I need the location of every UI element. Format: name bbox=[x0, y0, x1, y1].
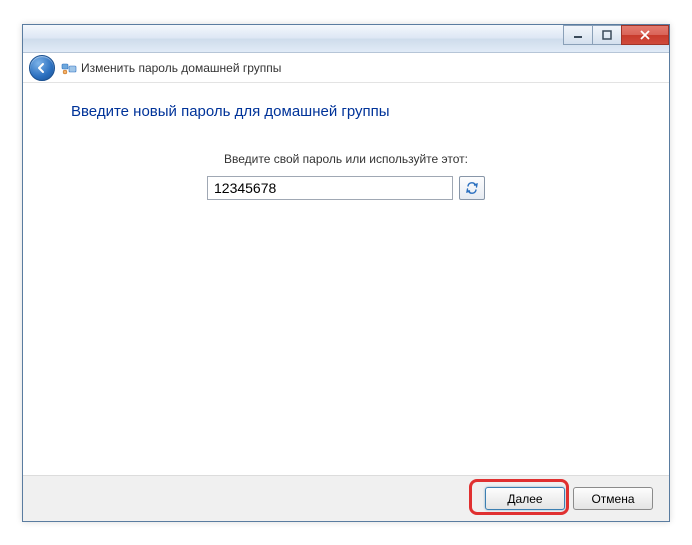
minimize-button[interactable] bbox=[563, 25, 593, 45]
page-heading: Введите новый пароль для домашней группы bbox=[71, 103, 621, 120]
wizard-window: Изменить пароль домашней группы Введите … bbox=[22, 24, 670, 522]
window-controls bbox=[564, 25, 669, 45]
maximize-button[interactable] bbox=[592, 25, 622, 45]
cancel-button[interactable]: Отмена bbox=[573, 487, 653, 510]
next-button[interactable]: Далее bbox=[485, 487, 565, 510]
refresh-icon bbox=[465, 181, 479, 195]
content-area: Введите новый пароль для домашней группы… bbox=[23, 83, 669, 200]
titlebar bbox=[23, 25, 669, 53]
breadcrumb: Изменить пароль домашней группы bbox=[61, 60, 281, 76]
footer-bar: Далее Отмена bbox=[23, 475, 669, 521]
nav-row: Изменить пароль домашней группы bbox=[23, 53, 669, 83]
breadcrumb-text: Изменить пароль домашней группы bbox=[81, 61, 281, 75]
close-button[interactable] bbox=[621, 25, 669, 45]
password-row bbox=[71, 176, 621, 200]
prompt-text: Введите свой пароль или используйте этот… bbox=[71, 152, 621, 166]
regenerate-button[interactable] bbox=[459, 176, 485, 200]
back-button[interactable] bbox=[29, 55, 55, 81]
back-arrow-icon bbox=[35, 61, 49, 75]
homegroup-icon bbox=[61, 60, 77, 76]
password-input[interactable] bbox=[207, 176, 453, 200]
